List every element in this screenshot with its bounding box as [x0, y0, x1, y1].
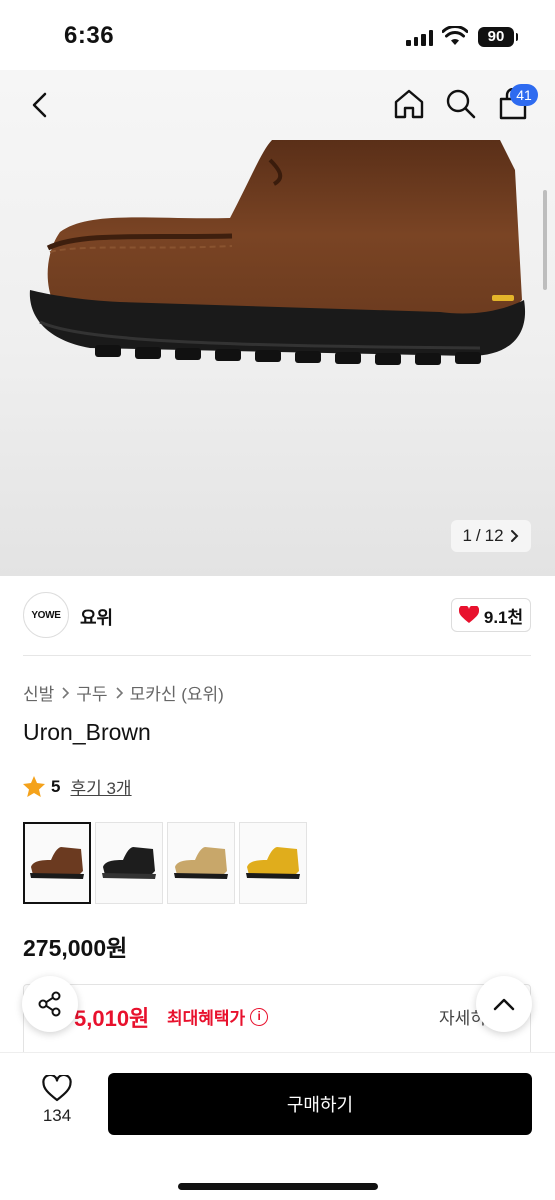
color-option-beige[interactable]: [167, 822, 235, 904]
home-icon[interactable]: [392, 88, 426, 120]
status-time: 6:36: [64, 22, 115, 49]
status-bar: 6:36 90: [0, 0, 555, 70]
rating-row: 5 후기 3개: [23, 774, 132, 799]
bottom-action-bar: 134 구매하기: [0, 1052, 555, 1200]
divider: [23, 655, 531, 656]
thumbnail-shoe-yellow: [246, 847, 300, 879]
thumbnail-shoe-black: [102, 847, 156, 879]
brand-like-count: 9.1천: [483, 607, 524, 627]
breadcrumb-item[interactable]: 신발: [23, 680, 54, 705]
product-price: 275,000원: [23, 935, 128, 961]
color-options: [23, 822, 307, 904]
color-option-brown[interactable]: [23, 822, 91, 904]
product-image-gallery[interactable]: 41 1 / 12: [0, 70, 555, 576]
chevron-right-icon: [510, 530, 518, 542]
review-link[interactable]: 후기 3개: [70, 774, 131, 799]
image-page-counter[interactable]: 1 / 12: [451, 520, 531, 552]
wishlist-count: 134: [42, 1106, 72, 1125]
chevron-right-icon: [115, 686, 123, 699]
share-button[interactable]: [22, 976, 78, 1032]
star-icon: [23, 776, 45, 797]
brand-like-button[interactable]: 9.1천: [451, 598, 531, 632]
wishlist-button[interactable]: 134: [30, 1075, 84, 1133]
scroll-to-top-button[interactable]: [476, 976, 532, 1032]
thumbnail-shoe-beige: [174, 847, 228, 879]
heart-icon: [458, 606, 479, 623]
back-icon[interactable]: [26, 90, 54, 120]
max-benefit-price: 5,010원: [74, 1006, 150, 1031]
brand-logo[interactable]: YOWE: [23, 592, 69, 638]
heart-icon: [42, 1075, 72, 1102]
brand-name[interactable]: 요위: [80, 604, 113, 630]
scrollbar: [543, 190, 547, 290]
chevron-up-icon: [493, 998, 515, 1011]
product-title: Uron_Brown: [23, 719, 151, 745]
product-image: [29, 140, 526, 365]
rating-score: 5: [51, 776, 61, 796]
brand-row: YOWE 요위 9.1천: [0, 588, 555, 644]
wifi-icon: [442, 26, 468, 45]
image-total-pages: 12: [484, 526, 504, 545]
thumbnail-shoe-brown: [30, 847, 84, 879]
max-benefit-label: 최대혜택가 i: [167, 1004, 269, 1029]
share-icon: [38, 991, 61, 1017]
cart-count-badge: 41: [510, 84, 538, 106]
max-benefit-label-text: 최대혜택가: [167, 1009, 246, 1028]
chevron-right-icon: [62, 686, 70, 699]
breadcrumb-item[interactable]: 구두: [76, 680, 107, 705]
top-navigation: 41: [0, 70, 555, 140]
search-icon[interactable]: [444, 88, 478, 120]
color-option-yellow[interactable]: [239, 822, 307, 904]
image-page-separator: /: [475, 526, 481, 545]
home-indicator: [178, 1183, 378, 1190]
color-option-black[interactable]: [95, 822, 163, 904]
breadcrumb: 신발 구두 모카신 (요위): [23, 680, 224, 705]
info-icon[interactable]: i: [250, 1007, 269, 1026]
battery-indicator: 90: [478, 27, 518, 47]
image-current-page: 1: [462, 526, 472, 545]
buy-button[interactable]: 구매하기: [108, 1073, 532, 1135]
breadcrumb-item[interactable]: 모카신 (요위): [130, 680, 224, 705]
cellular-signal-icon: [406, 30, 433, 46]
